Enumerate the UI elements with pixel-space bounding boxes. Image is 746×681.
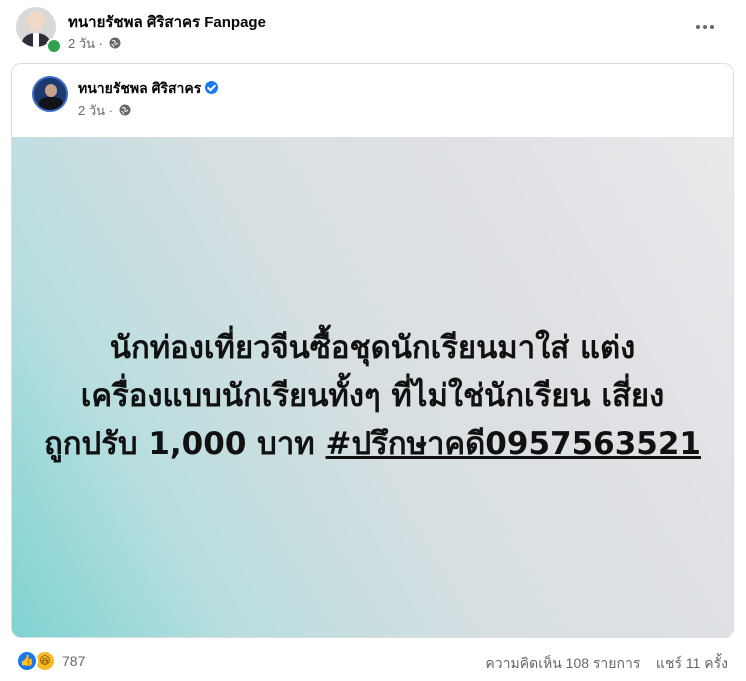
engagement-stats: ความคิดเห็น 108 รายการ แชร์ 11 ครั้ง	[485, 653, 728, 675]
shared-author-avatar[interactable]	[32, 76, 68, 112]
post-image[interactable]: นักท่องเที่ยวจีนซื้อชุดนักเรียนมาใส่ แต่…	[12, 137, 733, 637]
comments-count-link[interactable]: ความคิดเห็น 108 รายการ	[485, 655, 640, 671]
post-meta: 2 วัน ·	[68, 33, 121, 54]
globe-icon	[119, 104, 131, 116]
meta-separator: ·	[98, 36, 107, 51]
more-dots-icon	[696, 24, 700, 29]
post-header: ทนายรัชพล ศิริสาคร Fanpage 2 วัน ·	[0, 0, 746, 60]
online-status-icon	[46, 38, 62, 54]
more-dots-icon	[703, 24, 707, 29]
verified-badge-icon	[205, 81, 219, 94]
globe-icon	[109, 37, 121, 49]
shared-author-label: ทนายรัชพล ศิริสาคร	[78, 80, 202, 96]
avatar-body-shape	[39, 97, 63, 110]
reactions-bar: 👍 😆 787 ความคิดเห็น 108 รายการ แชร์ 11 ค…	[0, 645, 746, 675]
shared-post-meta: 2 วัน ·	[78, 100, 131, 121]
post-time[interactable]: 2 วัน	[68, 36, 95, 51]
image-text-line-3-prefix: ถูกปรับ 1,000 บาท	[44, 426, 315, 462]
hashtag-link[interactable]: #ปรึกษาคดี0957563521	[326, 426, 701, 462]
more-options-button[interactable]	[696, 18, 718, 30]
meta-separator: ·	[108, 103, 117, 118]
like-icon[interactable]: 👍	[16, 650, 38, 672]
shared-author-name[interactable]: ทนายรัชพล ศิริสาคร	[78, 78, 219, 100]
image-text-line-2: เครื่องแบบนักเรียนทั้งๆ ที่ไม่ใช่นักเรีย…	[80, 378, 665, 414]
reaction-count[interactable]: 787	[62, 653, 85, 669]
image-text-line-3: ถูกปรับ 1,000 บาท #ปรึกษาคดี0957563521	[12, 420, 733, 468]
shares-count-link[interactable]: แชร์ 11 ครั้ง	[656, 655, 728, 671]
avatar-shirt-shape	[33, 33, 39, 47]
avatar-face-shape	[45, 84, 57, 97]
image-text: นักท่องเที่ยวจีนซื้อชุดนักเรียนมาใส่ แต่…	[12, 324, 733, 468]
image-text-line-1: นักท่องเที่ยวจีนซื้อชุดนักเรียนมาใส่ แต่…	[109, 330, 636, 366]
shared-post-time[interactable]: 2 วัน	[78, 103, 105, 118]
shared-post-card[interactable]: ทนายรัชพล ศิริสาคร 2 วัน · นักท่องเที่ยว…	[11, 63, 734, 638]
more-dots-icon	[710, 24, 714, 29]
page-name-link[interactable]: ทนายรัชพล ศิริสาคร Fanpage	[68, 10, 266, 34]
